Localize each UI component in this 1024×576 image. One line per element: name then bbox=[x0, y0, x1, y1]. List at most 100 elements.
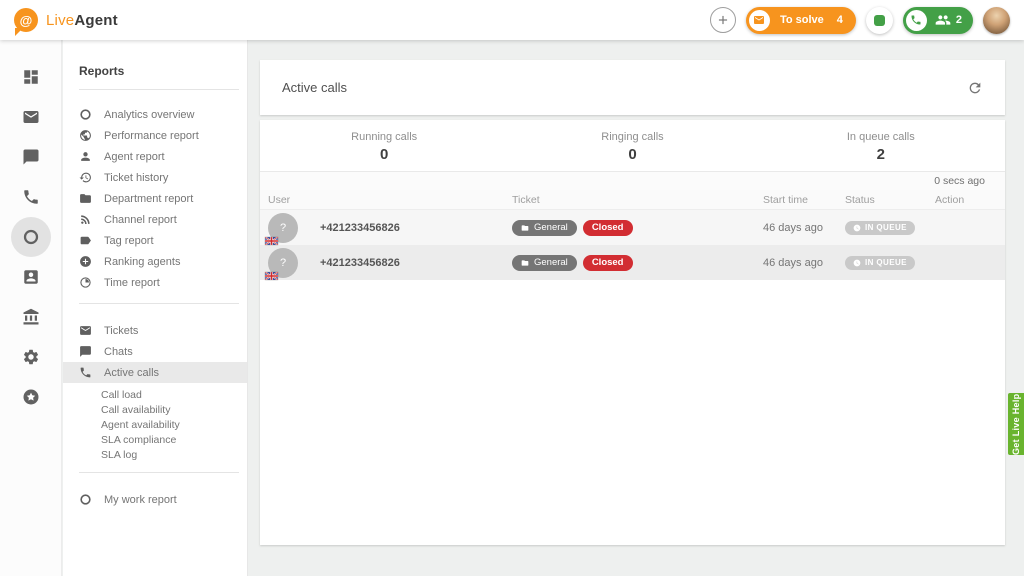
ticket-state-badge: Closed bbox=[583, 255, 633, 271]
sidebar-item-performance-report[interactable]: Performance report bbox=[63, 125, 247, 146]
avatar-placeholder: ? bbox=[280, 222, 286, 234]
rail-item-reports[interactable] bbox=[11, 217, 51, 257]
column-header-status: Status bbox=[845, 194, 935, 206]
sidebar-item-analytics-overview[interactable]: Analytics overview bbox=[63, 104, 247, 125]
sidebar-item-sla-log[interactable]: SLA log bbox=[63, 447, 247, 462]
plus-icon bbox=[716, 13, 730, 27]
column-header-user: User bbox=[268, 194, 512, 206]
folder-icon bbox=[79, 192, 92, 205]
liveagent-logo: @ LiveAgent bbox=[14, 8, 118, 32]
get-live-help-button[interactable]: Get Live Help bbox=[1008, 393, 1024, 455]
sidebar-item-my-work-report[interactable]: My work report bbox=[63, 489, 247, 510]
sidebar-item-label: My work report bbox=[104, 494, 177, 506]
stat-value: 0 bbox=[628, 146, 636, 163]
clock-icon bbox=[853, 224, 861, 232]
last-updated-text: 0 secs ago bbox=[260, 172, 1005, 190]
divider bbox=[79, 303, 239, 304]
status-cell: IN QUEUE bbox=[845, 221, 935, 235]
department-badge: General bbox=[512, 220, 577, 236]
divider bbox=[79, 89, 239, 90]
rail-item-calls[interactable] bbox=[11, 177, 51, 217]
sidebar-item-label: Department report bbox=[104, 193, 193, 205]
sidebar-item-label: Channel report bbox=[104, 214, 177, 226]
plus-circle-icon bbox=[79, 255, 92, 268]
rail-item-customers[interactable] bbox=[11, 257, 51, 297]
department-badge: General bbox=[512, 255, 577, 271]
caller-avatar: ? bbox=[268, 248, 298, 278]
to-solve-button[interactable]: To solve 4 bbox=[746, 7, 856, 34]
rail-item-dashboard[interactable] bbox=[11, 57, 51, 97]
sidebar-item-sla-compliance[interactable]: SLA compliance bbox=[63, 432, 247, 447]
sidebar-item-ticket-history[interactable]: Ticket history bbox=[63, 167, 247, 188]
stat-label: Ringing calls bbox=[601, 131, 663, 143]
caller-phone-number: +421233456826 bbox=[320, 222, 400, 234]
sidebar-item-time-report[interactable]: Time report bbox=[63, 272, 247, 293]
reports-sidebar: Reports Analytics overview Performance r… bbox=[63, 40, 248, 576]
user-avatar[interactable] bbox=[983, 7, 1010, 34]
dashboard-icon bbox=[22, 68, 40, 86]
sidebar-item-label: Analytics overview bbox=[104, 109, 194, 121]
chat-icon bbox=[79, 345, 92, 358]
table-empty-area bbox=[260, 280, 1005, 545]
calls-queue-count: 2 bbox=[956, 14, 962, 26]
sidebar-item-call-availability[interactable]: Call availability bbox=[63, 402, 247, 417]
mail-icon bbox=[749, 10, 770, 31]
calls-queue-button[interactable]: 2 bbox=[903, 7, 973, 34]
stats-row: Running calls 0 Ringing calls 0 In queue… bbox=[260, 120, 1005, 172]
person-icon bbox=[79, 150, 92, 163]
mail-icon bbox=[79, 324, 92, 337]
chat-status-button[interactable] bbox=[866, 7, 893, 34]
status-badge: IN QUEUE bbox=[845, 221, 915, 235]
main-content: Active calls Running calls 0 Ringing cal… bbox=[248, 40, 1024, 576]
brand-agent: Agent bbox=[74, 12, 118, 29]
sidebar-item-label: Active calls bbox=[104, 367, 159, 379]
active-calls-header-card: Active calls bbox=[260, 60, 1005, 115]
phone-icon bbox=[22, 188, 40, 206]
add-button[interactable] bbox=[710, 7, 736, 33]
user-cell: ? +421233456826 bbox=[268, 213, 512, 243]
contacts-icon bbox=[22, 268, 40, 286]
sidebar-title: Reports bbox=[63, 64, 247, 78]
page-title: Active calls bbox=[282, 80, 347, 95]
sidebar-item-chats[interactable]: Chats bbox=[63, 341, 247, 362]
column-header-ticket: Ticket bbox=[512, 194, 763, 206]
table-row[interactable]: ? +421233456826 General Closed 46 days a… bbox=[260, 210, 1005, 245]
rail-item-configuration[interactable] bbox=[11, 337, 51, 377]
sidebar-item-tickets[interactable]: Tickets bbox=[63, 320, 247, 341]
sidebar-item-call-load[interactable]: Call load bbox=[63, 387, 247, 402]
rail-item-apps[interactable] bbox=[11, 377, 51, 417]
sidebar-item-ranking-agents[interactable]: Ranking agents bbox=[63, 251, 247, 272]
sidebar-item-tag-report[interactable]: Tag report bbox=[63, 230, 247, 251]
folder-icon bbox=[521, 224, 529, 232]
start-time-cell: 46 days ago bbox=[763, 222, 845, 234]
sidebar-item-active-calls[interactable]: Active calls bbox=[63, 362, 247, 383]
circle-icon bbox=[79, 493, 92, 506]
refresh-icon[interactable] bbox=[967, 80, 983, 96]
rail-item-academy[interactable] bbox=[11, 297, 51, 337]
stat-in-queue-calls: In queue calls 2 bbox=[757, 120, 1005, 171]
divider bbox=[79, 472, 239, 473]
sidebar-item-label: Ranking agents bbox=[104, 256, 180, 268]
sidebar-item-channel-report[interactable]: Channel report bbox=[63, 209, 247, 230]
liveagent-logo-icon: @ bbox=[14, 8, 38, 32]
caller-avatar: ? bbox=[268, 213, 298, 243]
academy-icon bbox=[22, 308, 40, 326]
uk-flag-icon bbox=[265, 272, 278, 280]
sidebar-item-agent-availability[interactable]: Agent availability bbox=[63, 417, 247, 432]
sidebar-item-label: Tag report bbox=[104, 235, 154, 247]
active-calls-report-card: Running calls 0 Ringing calls 0 In queue… bbox=[260, 120, 1005, 545]
sidebar-item-department-report[interactable]: Department report bbox=[63, 188, 247, 209]
table-row[interactable]: ? +421233456826 General Closed 46 days a… bbox=[260, 245, 1005, 280]
ticket-state-badge: Closed bbox=[583, 220, 633, 236]
brand-live: Live bbox=[46, 12, 74, 29]
nav-rail bbox=[0, 40, 62, 576]
table-header: User Ticket Start time Status Action bbox=[260, 190, 1005, 210]
sidebar-item-label: Ticket history bbox=[104, 172, 168, 184]
sidebar-item-label: Time report bbox=[104, 277, 160, 289]
sidebar-item-agent-report[interactable]: Agent report bbox=[63, 146, 247, 167]
rss-icon bbox=[79, 213, 92, 226]
rail-item-tickets[interactable] bbox=[11, 97, 51, 137]
ticket-cell: General Closed bbox=[512, 255, 763, 271]
rail-item-chats[interactable] bbox=[11, 137, 51, 177]
user-cell: ? +421233456826 bbox=[268, 248, 512, 278]
